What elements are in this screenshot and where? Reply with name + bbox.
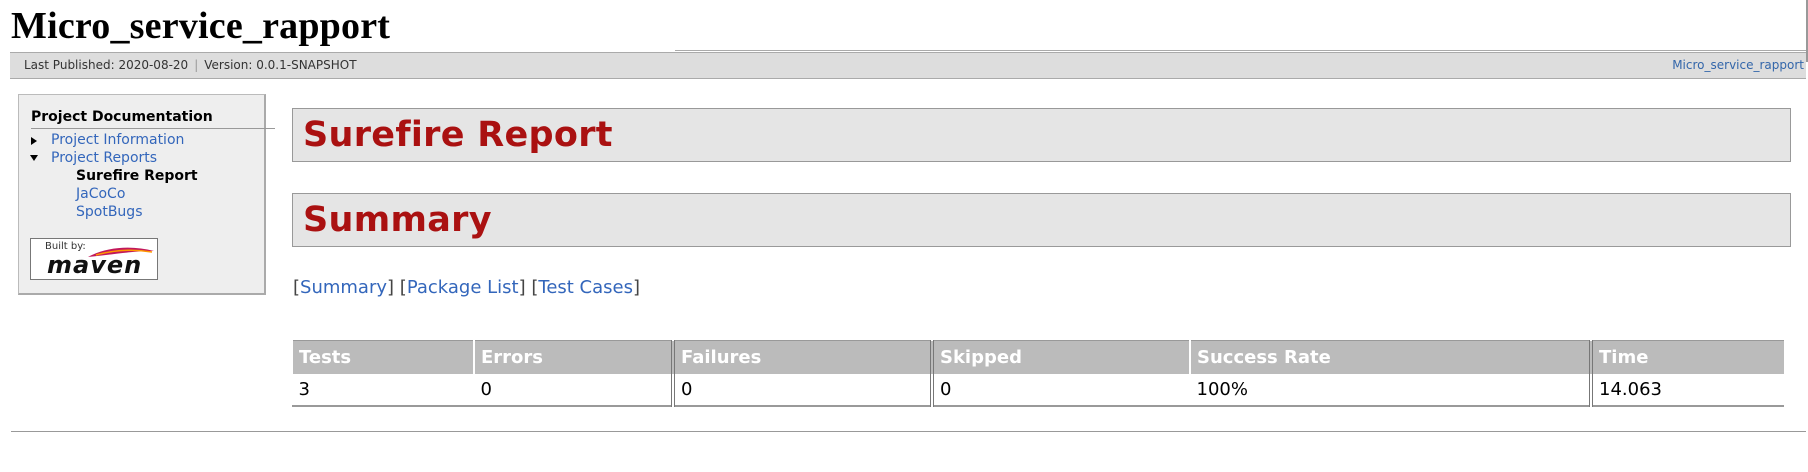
cell-skipped: 0 bbox=[930, 374, 1190, 406]
col-header-time: Time bbox=[1589, 340, 1784, 374]
col-header-success-rate: Success Rate bbox=[1189, 340, 1591, 374]
test-cases-link[interactable]: Test Cases bbox=[538, 277, 633, 298]
section-links: [Summary] [Package List] [Test Cases] bbox=[293, 277, 641, 298]
collapsed-arrow-icon[interactable] bbox=[31, 137, 37, 145]
summary-heading: Summary bbox=[303, 200, 492, 240]
cell-failures: 0 bbox=[671, 374, 932, 406]
cell-time: 14.063 bbox=[1589, 374, 1784, 406]
cell-success-rate: 100% bbox=[1189, 374, 1591, 406]
table-header-row: Tests Errors Failures Skipped Success Ra… bbox=[291, 340, 1784, 374]
last-published: Last Published: 2020-08-20 bbox=[24, 58, 189, 72]
package-list-link[interactable]: Package List bbox=[407, 277, 519, 298]
table-row: 3 0 0 0 100% 14.063 bbox=[291, 374, 1784, 406]
sidebar-nav: Project Documentation Project Informatio… bbox=[18, 94, 275, 295]
sidebar-divider bbox=[31, 128, 275, 129]
cell-tests: 3 bbox=[291, 374, 474, 406]
sidebar-heading: Project Documentation bbox=[31, 109, 213, 125]
publish-info: Last Published: 2020-08-20 | Version: 0.0.… bbox=[24, 58, 357, 72]
col-header-errors: Errors bbox=[473, 340, 673, 374]
banner-divider bbox=[675, 50, 1808, 51]
sidebar-item-project-information[interactable]: Project Information bbox=[51, 132, 184, 148]
footer-divider bbox=[11, 431, 1806, 432]
maven-wordmark: maven bbox=[47, 251, 143, 279]
page-title: Surefire Report bbox=[303, 115, 613, 155]
summary-table: Tests Errors Failures Skipped Success Ra… bbox=[291, 340, 1784, 407]
summary-heading-box: Summary bbox=[292, 193, 1791, 247]
col-header-skipped: Skipped bbox=[930, 340, 1190, 374]
page-title-box: Surefire Report bbox=[292, 108, 1791, 162]
sidebar-item-jacoco[interactable]: JaCoCo bbox=[76, 186, 125, 202]
breadcrumb-separator: | bbox=[194, 58, 199, 72]
cell-errors: 0 bbox=[473, 374, 673, 406]
version: Version: 0.0.1-SNAPSHOT bbox=[204, 58, 357, 72]
sidebar-item-spotbugs[interactable]: SpotBugs bbox=[76, 204, 143, 220]
breadcrumb-bar: Last Published: 2020-08-20 | Version: 0.0.… bbox=[10, 52, 1806, 79]
maven-logo[interactable]: Built by: maven bbox=[30, 238, 158, 280]
col-header-failures: Failures bbox=[671, 340, 932, 374]
project-link[interactable]: Micro_service_rapport bbox=[1672, 58, 1804, 72]
summary-link[interactable]: Summary bbox=[300, 277, 387, 298]
sidebar-item-surefire-report: Surefire Report bbox=[76, 168, 198, 184]
col-header-tests: Tests bbox=[291, 340, 474, 374]
site-title: Micro_service_rapport bbox=[11, 5, 391, 47]
sidebar-item-project-reports[interactable]: Project Reports bbox=[51, 150, 157, 166]
expanded-arrow-icon[interactable] bbox=[30, 155, 38, 161]
